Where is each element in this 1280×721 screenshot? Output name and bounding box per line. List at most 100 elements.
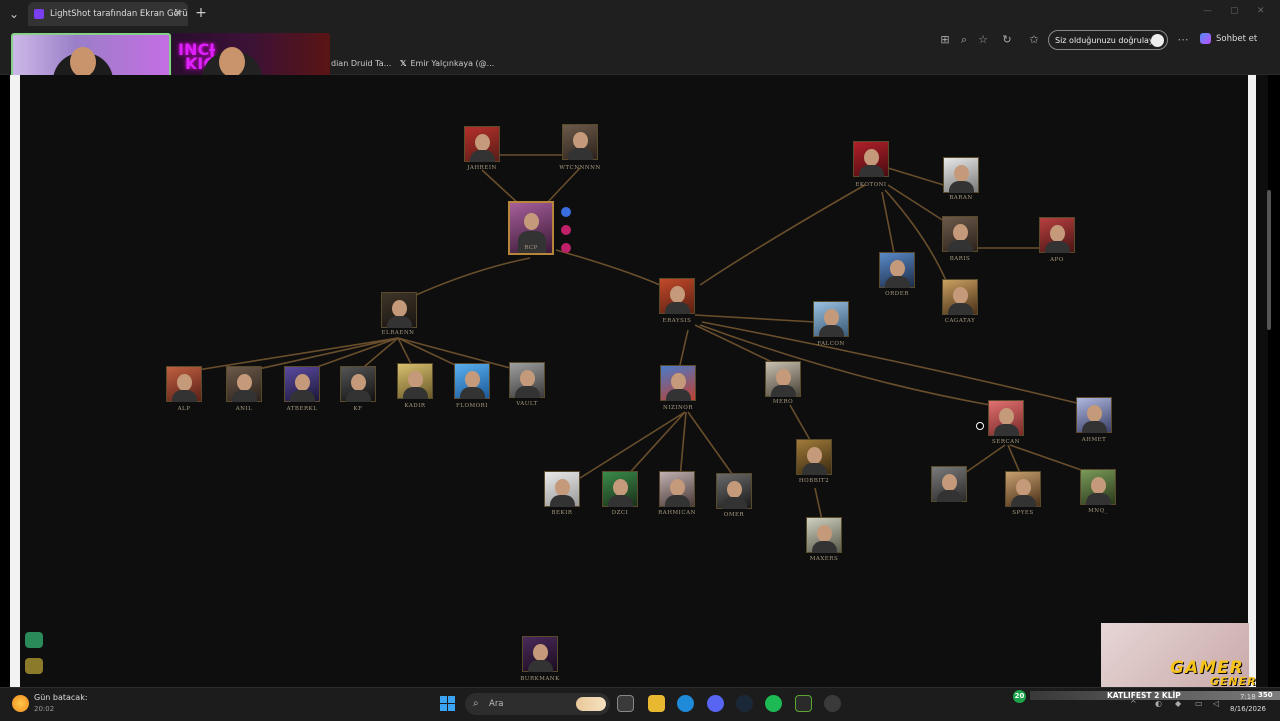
tree-node-order[interactable]: [879, 252, 915, 288]
file-explorer-icon[interactable]: [648, 695, 665, 712]
close-window-icon[interactable]: ✕: [1257, 6, 1265, 16]
tree-node-hobbit[interactable]: [796, 439, 832, 475]
node-label: RCP: [524, 245, 538, 251]
node-label: SERCAN: [992, 439, 1020, 445]
node-label: ELRAENN: [381, 330, 415, 336]
close-tab-icon[interactable]: ✕: [174, 2, 182, 26]
tree-node-eray[interactable]: [659, 278, 695, 314]
emote-icon: [25, 658, 43, 674]
tree-node-kf[interactable]: [340, 366, 376, 402]
tree-node-baris[interactable]: [942, 216, 978, 252]
node-label: APO: [1050, 257, 1064, 263]
bookmark-item-x[interactable]: 𝕏 Emir Yalçınkaya (@...: [400, 59, 494, 68]
node-label: NIZINOR: [663, 405, 693, 411]
tree-node-alp[interactable]: [166, 366, 202, 402]
tree-node-jahrein[interactable]: [464, 126, 500, 162]
tree-node-dzci[interactable]: [602, 471, 638, 507]
edge-browser-icon[interactable]: [677, 695, 694, 712]
tree-node-vault[interactable]: [509, 362, 545, 398]
minimize-window-icon[interactable]: —: [1203, 6, 1212, 16]
tree-node-bekir[interactable]: [544, 471, 580, 507]
tray-app-icon[interactable]: ◐: [1155, 699, 1162, 708]
weather-title: Gün batacak:: [34, 693, 88, 702]
discord-icon[interactable]: [707, 695, 724, 712]
tree-node-anil[interactable]: [226, 366, 262, 402]
node-label: BARIS: [949, 256, 971, 262]
node-label: ERAYSIS: [662, 318, 692, 324]
social-link-icon[interactable]: [561, 225, 571, 235]
tree-node-burkmank[interactable]: [522, 636, 558, 672]
windows-start-icon[interactable]: [440, 696, 455, 711]
task-view-icon[interactable]: [617, 695, 634, 712]
tree-node-cagatay[interactable]: [942, 279, 978, 315]
weather-time: 20:02: [34, 705, 55, 713]
tree-node-falcon[interactable]: [813, 301, 849, 337]
tab-title: LightShot tarafından Ekran Görünt: [50, 9, 188, 19]
page-scrollbar[interactable]: [1267, 190, 1271, 330]
more-options-icon[interactable]: ⋯: [1176, 33, 1190, 47]
node-label: CAGATAY: [944, 318, 976, 324]
node-label: SPYES: [1012, 510, 1034, 516]
terminal-icon[interactable]: [795, 695, 812, 712]
tree-node-mero[interactable]: [765, 361, 801, 397]
tray-chevron-icon[interactable]: ^: [1130, 699, 1137, 708]
tree-node-atberk[interactable]: [284, 366, 320, 402]
tree-node-elraenn[interactable]: [381, 292, 417, 328]
node-label: HOBBIT2: [798, 478, 830, 484]
x-logo-icon: 𝕏: [400, 59, 407, 68]
stream-count: 350: [1258, 691, 1273, 699]
volume-icon[interactable]: ◁: [1213, 699, 1219, 708]
social-link-icon[interactable]: [561, 207, 571, 217]
verify-identity-button[interactable]: Siz olduğunuzu doğrulayın: [1048, 30, 1168, 50]
tree-node-maxers[interactable]: [806, 517, 842, 553]
zoom-icon[interactable]: ⌕: [957, 33, 971, 47]
page-border-left: [10, 75, 20, 687]
maximize-window-icon[interactable]: ▢: [1230, 6, 1239, 16]
taskbar-search-box[interactable]: ⌕ Ara: [465, 693, 610, 715]
taskbar-clock-date[interactable]: 8/16/2026: [1230, 705, 1266, 713]
node-label: OMER: [723, 512, 745, 518]
tray-app-icon[interactable]: ◆: [1175, 699, 1181, 708]
network-icon[interactable]: ▭: [1195, 699, 1203, 708]
node-label: AHMET: [1081, 437, 1107, 443]
copilot-chat-button[interactable]: Sohbet et: [1200, 33, 1257, 44]
node-label: MERO: [772, 399, 794, 405]
search-highlight-icon: [576, 697, 606, 711]
favorite-star-icon[interactable]: ☆: [976, 33, 990, 47]
new-tab-button[interactable]: +: [192, 3, 210, 23]
browser-tab-active[interactable]: LightShot tarafından Ekran Görünt ✕: [28, 2, 188, 26]
tree-node-wtcn[interactable]: [562, 124, 598, 160]
node-label: BARAN: [949, 195, 973, 201]
bookmark-item[interactable]: dian Druid Ta...: [331, 59, 391, 68]
tree-node-omer[interactable]: [716, 473, 752, 509]
tab-list-dropdown[interactable]: ⌄: [4, 5, 24, 23]
tree-node-ahmet[interactable]: [1076, 397, 1112, 433]
lightshot-favicon-icon: [34, 9, 44, 19]
spotify-icon[interactable]: [765, 695, 782, 712]
favorites-icon[interactable]: ✩: [1027, 33, 1041, 47]
tree-node-kadir[interactable]: [397, 363, 433, 399]
tree-node-flomori[interactable]: [454, 363, 490, 399]
tree-node-rahmican[interactable]: [659, 471, 695, 507]
tree-node-ekotoni[interactable]: [853, 141, 889, 177]
app-available-icon[interactable]: ⊞: [938, 33, 952, 47]
refresh-icon[interactable]: ↻: [1000, 33, 1014, 47]
weather-sunset-icon[interactable]: [12, 695, 29, 712]
tree-node-nizinor[interactable]: [660, 365, 696, 401]
tree-node-spyes[interactable]: [1005, 471, 1041, 507]
node-label: WTCNNNNN: [559, 165, 601, 171]
emote-icon: [25, 632, 43, 648]
tree-node-sercan[interactable]: [988, 400, 1024, 436]
notification-badge: 20: [1013, 690, 1026, 703]
streamer-face: [70, 47, 96, 77]
node-label: FALCON: [817, 341, 845, 347]
tree-node-apo[interactable]: [1039, 217, 1075, 253]
steam-icon[interactable]: [736, 695, 753, 712]
taskbar-clock-time[interactable]: 7:18: [1240, 693, 1256, 701]
search-icon: ⌕: [473, 698, 479, 709]
tree-node-mnq[interactable]: [1080, 469, 1116, 505]
obs-icon[interactable]: [824, 695, 841, 712]
tree-node-baran[interactable]: [943, 157, 979, 193]
tree-node-redname[interactable]: [931, 466, 967, 502]
social-link-icon[interactable]: [561, 243, 571, 253]
